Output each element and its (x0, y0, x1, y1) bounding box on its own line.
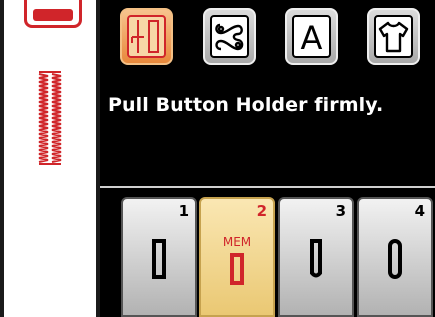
clothing-face (374, 15, 413, 58)
slot-buttonhole-icon (230, 253, 244, 285)
status-message: Pull Button Holder firmly. (108, 94, 384, 116)
slot-keyhole-icon (310, 239, 322, 278)
utility-stitch-face (127, 15, 166, 58)
buttonhole-stitch-preview-icon (38, 71, 62, 165)
stitch-preview-panel (0, 0, 98, 317)
memory-slot-4[interactable]: 4 (357, 197, 433, 317)
letters-button[interactable]: A (285, 8, 338, 65)
decorative-stitch-button[interactable] (203, 8, 256, 65)
slot-number: 1 (178, 202, 189, 220)
decorative-stitch-face (210, 15, 249, 58)
svg-text:A: A (301, 19, 323, 56)
divider (100, 186, 435, 188)
memory-slot-3[interactable]: 3 (278, 197, 354, 317)
slot-number: 2 (256, 202, 267, 220)
shirt-icon (378, 21, 409, 53)
slot-number: 3 (335, 202, 346, 220)
memory-slot-1[interactable]: 1 (121, 197, 197, 317)
buttonhole-stitch-icon (131, 20, 159, 53)
clothing-button[interactable] (367, 8, 420, 65)
slot-buttonhole-icon (152, 239, 166, 279)
memory-label: MEM (222, 235, 252, 249)
screen-left-edge (0, 0, 4, 317)
decorative-stitch-icon (215, 23, 244, 51)
panel-divider (96, 0, 100, 317)
utility-stitch-button[interactable] (120, 8, 173, 65)
letter-a-icon: A (301, 19, 323, 57)
selected-pattern-bar (33, 9, 73, 21)
selected-pattern-tab[interactable] (24, 0, 82, 28)
sewing-machine-screen: A Pull Button Holder firmly. 1 2 MEM 3 4 (0, 0, 435, 317)
slot-rounded-buttonhole-icon (388, 239, 402, 279)
memory-slot-2[interactable]: 2 MEM (199, 197, 275, 317)
letters-face: A (292, 15, 331, 58)
slot-number: 4 (414, 202, 425, 220)
